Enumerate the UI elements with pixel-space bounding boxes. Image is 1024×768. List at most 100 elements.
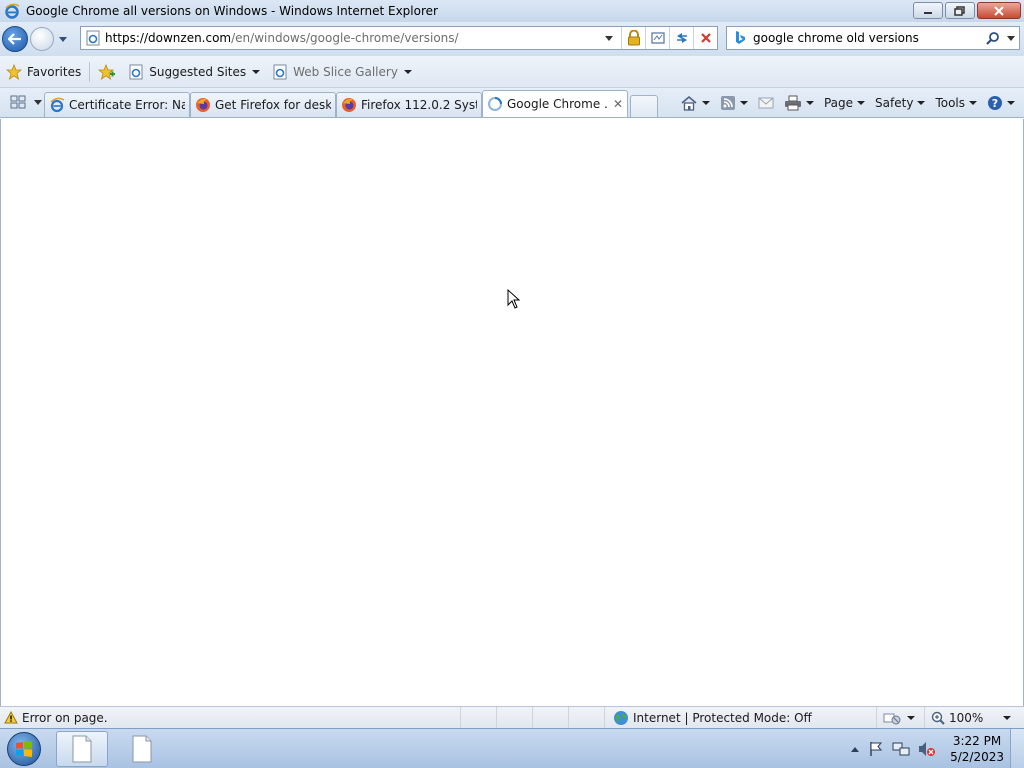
tab-label: Certificate Error: Na... — [69, 98, 185, 112]
page-menu-label: Page — [823, 96, 854, 110]
tab-certificate-error[interactable]: Certificate Error: Na... — [44, 92, 190, 117]
security-zone[interactable]: Internet | Protected Mode: Off — [604, 707, 876, 728]
search-button[interactable] — [983, 31, 1003, 45]
show-hidden-icons-icon[interactable] — [850, 745, 860, 753]
stop-button[interactable] — [693, 27, 717, 49]
safety-menu-label: Safety — [875, 96, 914, 110]
search-icon — [986, 32, 999, 45]
address-dropdown[interactable] — [597, 27, 621, 49]
close-button[interactable] — [977, 2, 1021, 19]
search-options-dropdown[interactable] — [1003, 35, 1019, 41]
quick-tabs-button[interactable] — [4, 90, 32, 114]
help-menu[interactable]: ? — [982, 91, 1020, 115]
refresh-button[interactable] — [669, 27, 693, 49]
help-icon: ? — [988, 96, 1002, 110]
close-icon — [994, 5, 1004, 16]
tab-label: Google Chrome ... — [507, 97, 607, 111]
status-bar: Error on page. Internet | Protected Mode… — [0, 706, 1024, 728]
mail-icon — [758, 97, 774, 109]
minimize-button[interactable] — [913, 2, 943, 19]
firefox-icon — [196, 98, 210, 112]
taskbar-app-active[interactable] — [56, 730, 108, 767]
page-content[interactable] — [0, 119, 1024, 706]
window-title: Google Chrome all versions on Windows - … — [26, 4, 438, 18]
network-icon[interactable] — [892, 741, 910, 757]
quick-tabs-icon — [10, 95, 26, 109]
loading-icon — [488, 97, 502, 111]
chevron-down-icon — [1007, 35, 1015, 41]
ie-icon — [50, 97, 65, 113]
web-slice-gallery-label: Web Slice Gallery — [293, 64, 398, 79]
clock-time: 3:22 PM — [952, 734, 1002, 748]
tab-list-dropdown[interactable] — [32, 90, 44, 114]
compatibility-view-icon — [650, 32, 665, 44]
chevron-down-icon — [605, 35, 613, 41]
zoom-control[interactable]: 100% — [924, 707, 1024, 728]
web-slice-gallery-button[interactable]: Web Slice Gallery — [266, 60, 418, 84]
title-bar: Google Chrome all versions on Windows - … — [0, 0, 1024, 22]
restore-button[interactable] — [945, 2, 975, 19]
globe-icon — [614, 710, 628, 725]
search-input[interactable] — [753, 31, 983, 45]
status-message: Error on page. — [22, 710, 108, 725]
add-to-favorites-bar-button[interactable] — [92, 60, 122, 84]
warning-icon — [4, 711, 18, 724]
chevron-down-icon — [59, 36, 67, 42]
chevron-down-icon — [969, 101, 977, 105]
firefox-icon — [342, 98, 356, 112]
feeds-button[interactable] — [715, 91, 753, 115]
clock[interactable]: 3:22 PM 5/2/2023 — [944, 733, 1010, 765]
forward-button[interactable] — [30, 27, 54, 51]
back-button[interactable] — [2, 26, 28, 52]
tab-firefox-system[interactable]: Firefox 112.0.2 Syste... — [336, 92, 482, 117]
home-button[interactable] — [675, 91, 715, 115]
close-tab-icon[interactable]: ✕ — [607, 97, 623, 111]
chevron-down-icon — [34, 99, 42, 105]
popup-blocker-status[interactable] — [876, 707, 924, 728]
home-icon — [681, 95, 697, 111]
favorites-bar: Favorites Suggested Sites Web Slice Gall… — [0, 56, 1024, 88]
safety-menu[interactable]: Safety — [870, 91, 930, 115]
chevron-down-icon — [739, 101, 748, 105]
address-bar[interactable]: https://downzen.com/en/windows/google-ch… — [80, 26, 718, 50]
taskbar-app[interactable] — [116, 731, 168, 767]
system-tray: 3:22 PM 5/2/2023 — [842, 729, 1024, 768]
tools-menu[interactable]: Tools — [930, 91, 982, 115]
page-ie-icon — [129, 64, 143, 79]
favorites-label: Favorites — [27, 64, 82, 79]
print-button[interactable] — [779, 91, 819, 115]
tab-row: Certificate Error: Na... Get Firefox for… — [0, 88, 1024, 118]
page-ie-icon — [273, 64, 287, 79]
suggested-sites-button[interactable]: Suggested Sites — [122, 60, 266, 84]
back-arrow-icon — [8, 33, 21, 45]
suggested-sites-label: Suggested Sites — [149, 64, 247, 79]
page-menu[interactable]: Page — [819, 91, 870, 115]
bing-icon — [736, 31, 745, 44]
url-field[interactable]: https://downzen.com/en/windows/google-ch… — [105, 31, 597, 45]
volume-muted-icon[interactable] — [918, 741, 936, 757]
chevron-down-icon — [805, 101, 814, 105]
command-bar: Page Safety Tools ? — [675, 88, 1024, 118]
new-tab-button[interactable] — [630, 95, 658, 117]
chevron-down-icon — [403, 69, 412, 74]
tab-google-chrome[interactable]: Google Chrome ... ✕ — [482, 90, 628, 117]
compatibility-view-button[interactable] — [645, 27, 669, 49]
start-button[interactable] — [0, 729, 48, 768]
minimize-icon — [924, 11, 932, 14]
chevron-down-icon — [701, 101, 710, 105]
action-center-flag-icon[interactable] — [868, 741, 884, 757]
navigation-bar: https://downzen.com/en/windows/google-ch… — [0, 22, 1024, 56]
lock-icon — [627, 30, 640, 46]
security-zone-label: Internet | Protected Mode: Off — [633, 710, 812, 725]
status-panel — [460, 707, 496, 728]
status-error[interactable]: Error on page. — [0, 711, 460, 725]
read-mail-button[interactable] — [753, 91, 779, 115]
tab-get-firefox[interactable]: Get Firefox for deskt... — [190, 92, 336, 117]
favorites-button[interactable]: Favorites — [0, 60, 87, 84]
recent-pages-dropdown[interactable] — [56, 36, 70, 42]
show-desktop-button[interactable] — [1010, 729, 1024, 768]
security-report-button[interactable] — [621, 27, 645, 49]
stop-icon — [700, 33, 711, 43]
svg-text:?: ? — [992, 97, 998, 110]
search-box[interactable] — [726, 26, 1020, 50]
